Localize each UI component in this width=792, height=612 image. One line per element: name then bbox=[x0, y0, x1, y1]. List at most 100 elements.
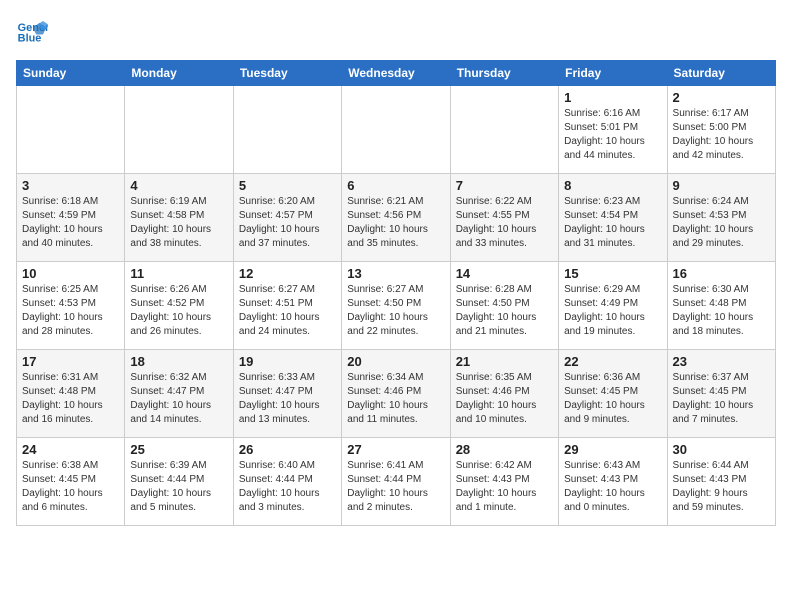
calendar-day: 7Sunrise: 6:22 AMSunset: 4:55 PMDaylight… bbox=[450, 174, 558, 262]
day-number: 13 bbox=[347, 266, 444, 281]
day-info: Sunrise: 6:17 AMSunset: 5:00 PMDaylight:… bbox=[673, 107, 770, 163]
calendar-day: 27 Sunrise: 6:41 AMSunset: 4:44 PMDayligh… bbox=[342, 438, 450, 526]
day-number: 11 bbox=[130, 266, 227, 281]
weekday-header: Thursday bbox=[450, 61, 558, 86]
day-number: 9 bbox=[673, 178, 770, 193]
day-number: 4 bbox=[130, 178, 227, 193]
day-number: 19 bbox=[239, 354, 336, 369]
calendar-day: 22 Sunrise: 6:36 AMSunset: 4:45 PMDayligh… bbox=[559, 350, 667, 438]
logo: General Blue bbox=[16, 16, 52, 48]
calendar-header: SundayMondayTuesdayWednesdayThursdayFrid… bbox=[17, 61, 776, 86]
day-number: 16 bbox=[673, 266, 770, 281]
day-info: Sunrise: 6:24 AMSunset: 4:53 PMDaylight:… bbox=[673, 195, 770, 251]
day-number: 23 bbox=[673, 354, 770, 369]
day-number: 28 bbox=[456, 442, 553, 457]
logo-icon: General Blue bbox=[16, 16, 48, 48]
day-info: Sunrise: 6:31 AMSunset: 4:48 PMDaylight:… bbox=[22, 371, 119, 427]
day-info: Sunrise: 6:34 AMSunset: 4:46 PMDaylight:… bbox=[347, 371, 444, 427]
weekday-header: Wednesday bbox=[342, 61, 450, 86]
calendar-day: 1 Sunrise: 6:16 AMSunset: 5:01 PMDaylight… bbox=[559, 86, 667, 174]
day-number: 21 bbox=[456, 354, 553, 369]
calendar-day: 17 Sunrise: 6:31 AMSunset: 4:48 PMDayligh… bbox=[17, 350, 125, 438]
weekday-header: Saturday bbox=[667, 61, 775, 86]
day-info: Sunrise: 6:22 AMSunset: 4:55 PMDaylight:… bbox=[456, 195, 553, 251]
calendar-day: 13 Sunrise: 6:27 AMSunset: 4:50 PMDayligh… bbox=[342, 262, 450, 350]
day-info: Sunrise: 6:28 AMSunset: 4:50 PMDaylight:… bbox=[456, 283, 553, 339]
calendar-day: 16 Sunrise: 6:30 AMSunset: 4:48 PMDayligh… bbox=[667, 262, 775, 350]
calendar-day: 26 Sunrise: 6:40 AMSunset: 4:44 PMDayligh… bbox=[233, 438, 341, 526]
calendar-table: SundayMondayTuesdayWednesdayThursdayFrid… bbox=[16, 60, 776, 526]
day-number: 5 bbox=[239, 178, 336, 193]
empty-day bbox=[125, 86, 233, 174]
calendar-day: 8Sunrise: 6:23 AMSunset: 4:54 PMDaylight… bbox=[559, 174, 667, 262]
day-number: 20 bbox=[347, 354, 444, 369]
calendar-day: 30 Sunrise: 6:44 AMSunset: 4:43 PMDayligh… bbox=[667, 438, 775, 526]
day-info: Sunrise: 6:20 AMSunset: 4:57 PMDaylight:… bbox=[239, 195, 336, 251]
calendar-day: 21 Sunrise: 6:35 AMSunset: 4:46 PMDayligh… bbox=[450, 350, 558, 438]
weekday-header: Tuesday bbox=[233, 61, 341, 86]
day-info: Sunrise: 6:21 AMSunset: 4:56 PMDaylight:… bbox=[347, 195, 444, 251]
day-info: Sunrise: 6:35 AMSunset: 4:46 PMDaylight:… bbox=[456, 371, 553, 427]
calendar-day: 10 Sunrise: 6:25 AMSunset: 4:53 PMDayligh… bbox=[17, 262, 125, 350]
calendar-day: 25 Sunrise: 6:39 AMSunset: 4:44 PMDayligh… bbox=[125, 438, 233, 526]
day-info: Sunrise: 6:44 AMSunset: 4:43 PMDaylight:… bbox=[673, 459, 770, 515]
calendar-day: 5 Sunrise: 6:20 AMSunset: 4:57 PMDaylight… bbox=[233, 174, 341, 262]
day-info: Sunrise: 6:32 AMSunset: 4:47 PMDaylight:… bbox=[130, 371, 227, 427]
day-info: Sunrise: 6:38 AMSunset: 4:45 PMDaylight:… bbox=[22, 459, 119, 515]
day-info: Sunrise: 6:41 AMSunset: 4:44 PMDaylight:… bbox=[347, 459, 444, 515]
calendar-day: 19 Sunrise: 6:33 AMSunset: 4:47 PMDayligh… bbox=[233, 350, 341, 438]
day-info: Sunrise: 6:27 AMSunset: 4:50 PMDaylight:… bbox=[347, 283, 444, 339]
calendar-day: 18 Sunrise: 6:32 AMSunset: 4:47 PMDayligh… bbox=[125, 350, 233, 438]
day-number: 2 bbox=[673, 90, 770, 105]
day-info: Sunrise: 6:18 AMSunset: 4:59 PMDaylight:… bbox=[22, 195, 119, 251]
page-header: General Blue bbox=[16, 16, 776, 48]
day-number: 12 bbox=[239, 266, 336, 281]
calendar-day: 14 Sunrise: 6:28 AMSunset: 4:50 PMDayligh… bbox=[450, 262, 558, 350]
day-info: Sunrise: 6:23 AMSunset: 4:54 PMDaylight:… bbox=[564, 195, 661, 251]
day-number: 24 bbox=[22, 442, 119, 457]
day-number: 3 bbox=[22, 178, 119, 193]
calendar-day: 4Sunrise: 6:19 AMSunset: 4:58 PMDaylight… bbox=[125, 174, 233, 262]
calendar-day: 3 Sunrise: 6:18 AMSunset: 4:59 PMDaylight… bbox=[17, 174, 125, 262]
day-number: 18 bbox=[130, 354, 227, 369]
day-number: 17 bbox=[22, 354, 119, 369]
calendar-day: 2 Sunrise: 6:17 AMSunset: 5:00 PMDaylight… bbox=[667, 86, 775, 174]
calendar-day: 9 Sunrise: 6:24 AMSunset: 4:53 PMDaylight… bbox=[667, 174, 775, 262]
day-number: 27 bbox=[347, 442, 444, 457]
day-number: 6 bbox=[347, 178, 444, 193]
day-number: 22 bbox=[564, 354, 661, 369]
calendar-day: 12 Sunrise: 6:27 AMSunset: 4:51 PMDayligh… bbox=[233, 262, 341, 350]
day-info: Sunrise: 6:25 AMSunset: 4:53 PMDaylight:… bbox=[22, 283, 119, 339]
day-info: Sunrise: 6:27 AMSunset: 4:51 PMDaylight:… bbox=[239, 283, 336, 339]
calendar-day: 11Sunrise: 6:26 AMSunset: 4:52 PMDayligh… bbox=[125, 262, 233, 350]
day-info: Sunrise: 6:40 AMSunset: 4:44 PMDaylight:… bbox=[239, 459, 336, 515]
weekday-header: Friday bbox=[559, 61, 667, 86]
empty-day bbox=[342, 86, 450, 174]
day-info: Sunrise: 6:42 AMSunset: 4:43 PMDaylight:… bbox=[456, 459, 553, 515]
day-number: 14 bbox=[456, 266, 553, 281]
day-info: Sunrise: 6:39 AMSunset: 4:44 PMDaylight:… bbox=[130, 459, 227, 515]
day-number: 10 bbox=[22, 266, 119, 281]
day-number: 26 bbox=[239, 442, 336, 457]
calendar-day: 20 Sunrise: 6:34 AMSunset: 4:46 PMDayligh… bbox=[342, 350, 450, 438]
day-number: 25 bbox=[130, 442, 227, 457]
day-info: Sunrise: 6:36 AMSunset: 4:45 PMDaylight:… bbox=[564, 371, 661, 427]
day-number: 15 bbox=[564, 266, 661, 281]
day-number: 30 bbox=[673, 442, 770, 457]
day-info: Sunrise: 6:43 AMSunset: 4:43 PMDaylight:… bbox=[564, 459, 661, 515]
day-number: 29 bbox=[564, 442, 661, 457]
day-info: Sunrise: 6:37 AMSunset: 4:45 PMDaylight:… bbox=[673, 371, 770, 427]
calendar-day: 24 Sunrise: 6:38 AMSunset: 4:45 PMDayligh… bbox=[17, 438, 125, 526]
weekday-header: Monday bbox=[125, 61, 233, 86]
day-info: Sunrise: 6:16 AMSunset: 5:01 PMDaylight:… bbox=[564, 107, 661, 163]
empty-day bbox=[233, 86, 341, 174]
calendar-day: 23 Sunrise: 6:37 AMSunset: 4:45 PMDayligh… bbox=[667, 350, 775, 438]
empty-day bbox=[450, 86, 558, 174]
empty-day bbox=[17, 86, 125, 174]
day-info: Sunrise: 6:33 AMSunset: 4:47 PMDaylight:… bbox=[239, 371, 336, 427]
weekday-header: Sunday bbox=[17, 61, 125, 86]
calendar-day: 29 Sunrise: 6:43 AMSunset: 4:43 PMDayligh… bbox=[559, 438, 667, 526]
calendar-day: 15Sunrise: 6:29 AMSunset: 4:49 PMDayligh… bbox=[559, 262, 667, 350]
day-number: 1 bbox=[564, 90, 661, 105]
day-info: Sunrise: 6:30 AMSunset: 4:48 PMDaylight:… bbox=[673, 283, 770, 339]
